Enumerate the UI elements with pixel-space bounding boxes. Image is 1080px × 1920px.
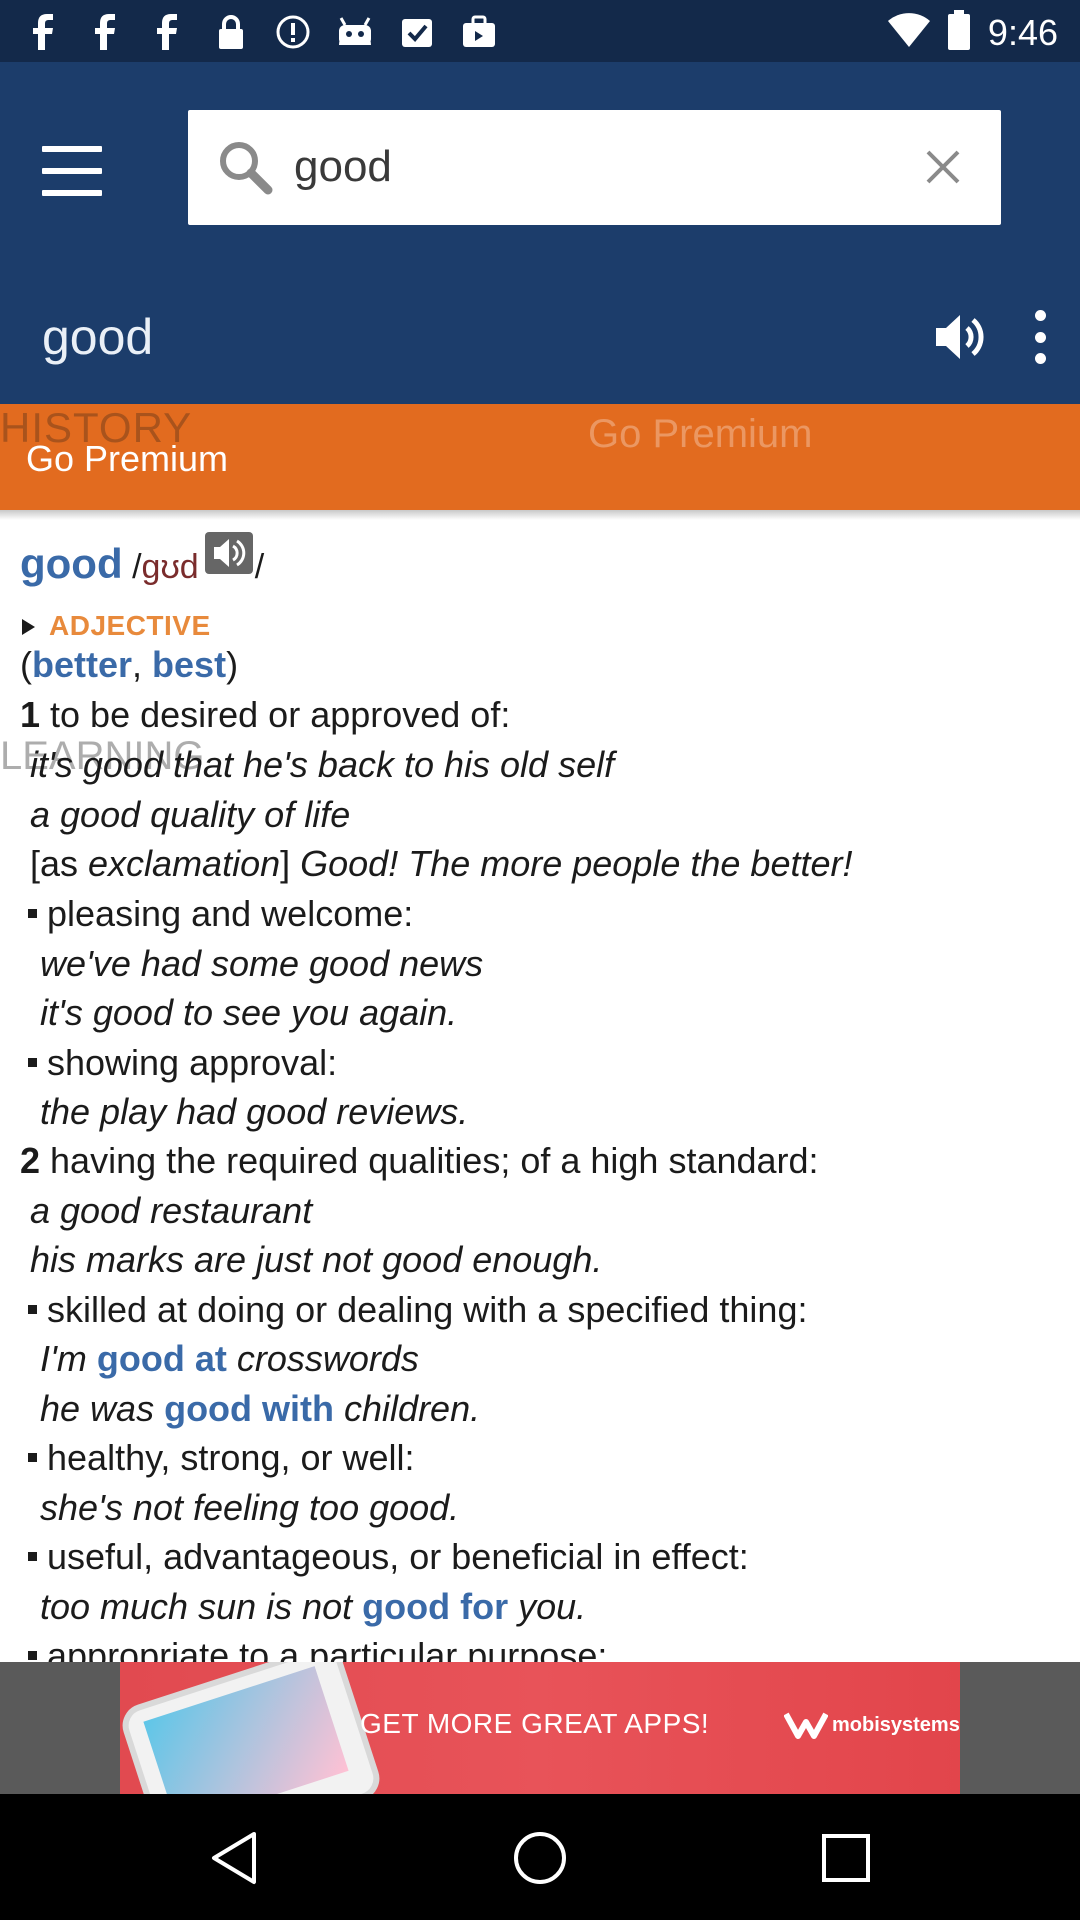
search-input[interactable] — [294, 132, 854, 202]
facebook-icon — [88, 14, 126, 50]
subsense: appropriate to a particular purpose: — [28, 1635, 607, 1662]
sense-1: 1 to be desired or approved of: — [20, 694, 511, 735]
wifi-icon — [887, 13, 930, 52]
example: too much sun is not good for you. — [40, 1586, 587, 1627]
bullet-icon — [28, 1057, 37, 1067]
battery-icon — [947, 10, 970, 55]
android-icon — [336, 14, 374, 50]
home-icon[interactable] — [510, 1830, 570, 1886]
search-icon — [218, 140, 274, 201]
pronunciation: ɡʊd — [141, 548, 199, 586]
facebook-icon — [150, 14, 188, 50]
bullet-icon — [28, 908, 37, 918]
clipboard-check-icon — [398, 14, 436, 50]
subsense: skilled at doing or dealing with a speci… — [28, 1289, 807, 1331]
info-icon — [274, 14, 312, 50]
part-of-speech-row[interactable]: ADJECTIVE — [22, 602, 211, 644]
search-box[interactable] — [188, 110, 1001, 225]
example: we've had some good news — [40, 943, 484, 984]
ad-banner[interactable]: GET MORE GREAT APPS! mobisystems — [120, 1662, 960, 1794]
bullet-icon — [28, 1650, 37, 1660]
phrase-link[interactable]: good for — [362, 1586, 508, 1627]
status-time: 9:46 — [987, 11, 1058, 53]
example: it's good to see you again. — [40, 992, 458, 1033]
toolbar — [0, 62, 1080, 272]
more-options-icon[interactable] — [1028, 310, 1052, 364]
notification-icons — [26, 14, 498, 50]
superlative-link[interactable]: best — [152, 644, 226, 685]
speaker-icon — [213, 539, 245, 567]
ad-text: GET MORE GREAT APPS! — [360, 1708, 710, 1739]
navigation-bar — [0, 1794, 1080, 1920]
subsense: showing approval: — [28, 1042, 337, 1084]
word-title: good — [42, 309, 154, 365]
example: a good quality of life — [30, 794, 351, 835]
mobisystems-logo-icon — [783, 1710, 829, 1745]
lock-icon — [212, 14, 250, 50]
word-header: good — [0, 272, 1080, 404]
example: he was good with children. — [40, 1388, 481, 1429]
divider — [0, 510, 1080, 520]
sense-2: 2 having the required qualities; of a hi… — [20, 1140, 819, 1181]
bullet-icon — [28, 1452, 37, 1462]
example: his marks are just not good enough. — [30, 1239, 603, 1280]
subsense: healthy, strong, or well: — [28, 1437, 415, 1479]
facebook-icon — [26, 14, 64, 50]
hamburger-icon — [42, 146, 102, 152]
pronunciation-audio-button[interactable] — [204, 532, 253, 574]
subsense: pleasing and welcome: — [28, 893, 413, 935]
example: a good restaurant — [30, 1190, 313, 1231]
back-icon[interactable] — [206, 1830, 266, 1886]
bullet-icon — [28, 1304, 37, 1314]
definition-content[interactable]: good /ɡʊd / ADJECTIVE (better, best) 1 to… — [0, 520, 1080, 1662]
close-icon[interactable] — [922, 146, 964, 188]
speaker-icon[interactable] — [934, 312, 988, 362]
expand-triangle-icon[interactable] — [22, 619, 35, 635]
word-forms: (better, best) — [20, 644, 239, 685]
phone-image — [120, 1662, 386, 1794]
example: I'm good at crosswords — [40, 1338, 419, 1379]
comparative-link[interactable]: better — [32, 644, 132, 685]
phrase-link[interactable]: good with — [164, 1388, 334, 1429]
entry-headline: good /ɡʊd / — [20, 532, 264, 588]
phrase-link[interactable]: good at — [97, 1338, 227, 1379]
status-bar: 9:46 — [0, 0, 1080, 62]
menu-button[interactable] — [42, 146, 102, 196]
part-of-speech: ADJECTIVE — [49, 610, 211, 641]
subsense: useful, advantageous, or beneficial in e… — [28, 1536, 749, 1578]
headword: good — [20, 540, 123, 587]
bag-icon — [460, 14, 498, 50]
example: [as exclamation] Good! The more people t… — [30, 843, 853, 884]
system-status: 9:46 — [887, 10, 1058, 55]
learning-tab-ghost: LEARNING — [0, 734, 205, 778]
example: she's not feeling too good. — [40, 1487, 460, 1528]
go-premium-ghost: Go Premium — [588, 412, 813, 456]
example: the play had good reviews. — [40, 1091, 469, 1132]
ad-brand: mobisystems — [832, 1714, 960, 1736]
bullet-icon — [28, 1551, 37, 1561]
go-premium-button[interactable]: Go Premium — [26, 438, 228, 480]
recents-icon[interactable] — [816, 1830, 876, 1886]
